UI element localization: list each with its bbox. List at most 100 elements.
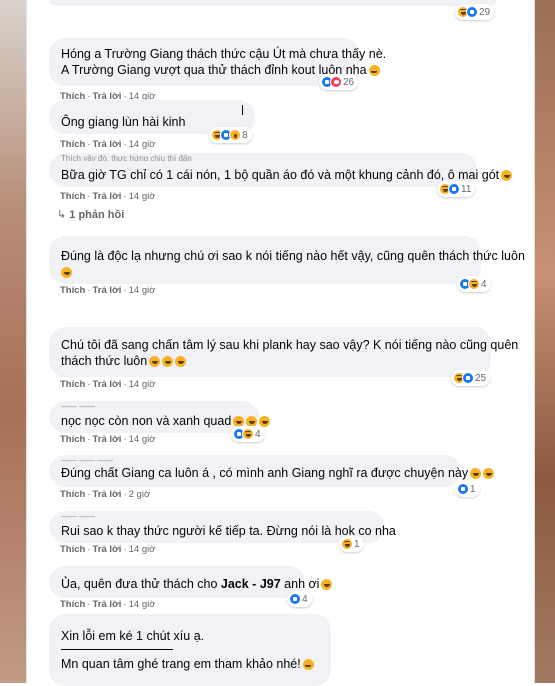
reaction-summary[interactable]: 26 bbox=[319, 74, 359, 90]
clipped-author-name: —— —— —— bbox=[61, 456, 114, 463]
timestamp[interactable]: 14 giờ bbox=[129, 191, 156, 202]
reaction-summary[interactable]: 4 bbox=[457, 276, 491, 292]
comment-text: Rui sao k thay thức người kế tiếp ta. Đừ… bbox=[61, 524, 396, 538]
timestamp[interactable]: 14 giờ bbox=[129, 599, 156, 610]
laughing-emoji-icon bbox=[483, 468, 495, 479]
comment-bubble-partial bbox=[49, 0, 497, 6]
comment-text: Ủa, quên đưa thử thách cho bbox=[61, 577, 218, 591]
reaction-count: 1 bbox=[354, 538, 360, 550]
like-reaction-icon bbox=[289, 593, 301, 605]
separator: · bbox=[87, 489, 91, 500]
laughing-emoji-icon bbox=[259, 416, 271, 427]
haha-reaction-icon bbox=[242, 428, 254, 440]
reaction-summary[interactable]: 1 bbox=[339, 536, 364, 552]
like-reaction-icon bbox=[448, 183, 460, 195]
comment-bubble: Ủa, quên đưa thử thách cho Jack - J97 an… bbox=[49, 566, 333, 598]
comment-text: Đúng chất Giang ca luôn á , có mình anh … bbox=[61, 466, 469, 480]
mention-link[interactable]: Jack - J97 bbox=[221, 577, 281, 591]
like-reaction-icon bbox=[466, 6, 478, 18]
timestamp[interactable]: 14 giờ bbox=[129, 139, 156, 150]
reply-link[interactable]: Trả lời bbox=[93, 544, 122, 555]
like-link[interactable]: Thích bbox=[60, 599, 85, 610]
separator: · bbox=[123, 379, 127, 390]
comment-actions: Thích · Trả lời · 14 giờ bbox=[60, 544, 155, 555]
comment-text: Đúng là độc lạ nhưng chú ơi sao k nói ti… bbox=[61, 249, 525, 263]
reaction-summary[interactable]: 4 bbox=[231, 426, 265, 442]
haha-reaction-icon bbox=[341, 538, 353, 550]
comment-text: Mn quan tâm ghé trang em tham khảo nhé! bbox=[61, 657, 301, 671]
separator: · bbox=[87, 379, 91, 390]
separator: · bbox=[123, 285, 127, 296]
laughing-emoji-icon bbox=[149, 356, 161, 367]
view-replies-link[interactable]: ↳ 1 phản hồi bbox=[57, 208, 124, 221]
like-link[interactable]: Thích bbox=[60, 489, 85, 500]
reaction-count: 4 bbox=[302, 593, 308, 605]
separator: · bbox=[87, 544, 91, 555]
comment-actions: Thích · Trả lời · 2 giờ bbox=[60, 489, 150, 500]
like-link[interactable]: Thích bbox=[60, 379, 85, 390]
comment-text: Bữa giờ TG chỉ có 1 cái nón, 1 bộ quần á… bbox=[61, 168, 500, 182]
reaction-summary[interactable]: 29 bbox=[455, 4, 495, 20]
comment-text: Hóng a Trường Giang thách thức cậu Út mà… bbox=[61, 47, 387, 61]
separator: · bbox=[87, 599, 91, 610]
timestamp[interactable]: 14 giờ bbox=[129, 379, 156, 390]
comment-bubble: Xin lỗi em ké 1 chút xíu ạ. Mn quan tâm … bbox=[49, 614, 331, 686]
clipped-author-name: —— —— bbox=[61, 402, 96, 409]
separator: · bbox=[87, 434, 91, 445]
like-link[interactable]: Thích bbox=[60, 139, 85, 150]
comment-actions: Thích · Trả lời · 14 giờ bbox=[60, 434, 155, 445]
smile-emoji-icon bbox=[302, 659, 314, 670]
comment-bubble: Hóng a Trường Giang thách thức cậu Út mà… bbox=[49, 38, 387, 86]
reply-arrow-icon: ↳ bbox=[57, 209, 67, 221]
like-link[interactable]: Thích bbox=[60, 285, 85, 296]
comment-text: A Trường Giang vượt qua thử thách đỉnh k… bbox=[61, 63, 367, 77]
like-reaction-icon bbox=[457, 483, 469, 495]
comment-text: thách thức luôn bbox=[61, 354, 148, 368]
reaction-summary[interactable]: 11 bbox=[437, 181, 476, 197]
separator: · bbox=[123, 139, 127, 150]
comment-bubble: Chú tôi đã sang chấn tâm lý sau khi plan… bbox=[49, 327, 518, 377]
reaction-summary[interactable]: 8 bbox=[209, 127, 252, 143]
reaction-count: 26 bbox=[343, 76, 355, 88]
reply-link[interactable]: Trả lời bbox=[93, 379, 122, 390]
background-photo-right bbox=[533, 0, 555, 683]
comment-actions: Thích · Trả lời · 14 giờ bbox=[60, 379, 155, 390]
reaction-summary[interactable]: 4 bbox=[287, 591, 312, 607]
separator: · bbox=[87, 139, 91, 150]
laughing-emoji-icon bbox=[175, 356, 187, 367]
reply-link[interactable]: Trả lời bbox=[93, 139, 122, 150]
smile-emoji-icon bbox=[368, 65, 380, 76]
laughing-emoji-icon bbox=[321, 579, 333, 590]
timestamp[interactable]: 14 giờ bbox=[129, 285, 156, 296]
comment-bubble: Đúng là độc lạ nhưng chú ơi sao k nói ti… bbox=[49, 236, 525, 284]
timestamp[interactable]: 14 giờ bbox=[129, 434, 156, 445]
laughing-emoji-icon bbox=[501, 170, 513, 181]
comment-actions: Thích · Trả lời · 14 giờ bbox=[60, 139, 155, 150]
comment-text: Xin lỗi em ké 1 chút xíu ạ. bbox=[61, 629, 205, 643]
timestamp[interactable]: 2 giờ bbox=[129, 489, 151, 500]
reply-link[interactable]: Trả lời bbox=[93, 599, 122, 610]
like-link[interactable]: Thích bbox=[60, 191, 85, 202]
separator: · bbox=[123, 544, 127, 555]
clipped-author-name: —— —— bbox=[61, 512, 96, 519]
haha-reaction-icon bbox=[468, 278, 480, 290]
reply-link[interactable]: Trả lời bbox=[93, 434, 122, 445]
reaction-count: 8 bbox=[242, 129, 248, 141]
reaction-count: 4 bbox=[255, 428, 261, 440]
comment-text: anh ơi bbox=[280, 577, 320, 591]
reply-link[interactable]: Trả lời bbox=[93, 489, 122, 500]
wow-reaction-icon bbox=[229, 129, 241, 141]
like-link[interactable]: Thích bbox=[60, 544, 85, 555]
reaction-summary[interactable]: 25 bbox=[451, 370, 491, 386]
reaction-count: 11 bbox=[461, 183, 472, 195]
love-reaction-icon bbox=[330, 76, 342, 88]
reply-link[interactable]: Trả lời bbox=[93, 191, 122, 202]
timestamp[interactable]: 14 giờ bbox=[129, 544, 156, 555]
like-link[interactable]: Thích bbox=[60, 434, 85, 445]
text-cursor bbox=[242, 105, 243, 115]
reaction-summary[interactable]: 1 bbox=[455, 481, 480, 497]
clipped-author-name: Thích vậy đó, thực hứng chịu thì đấn bbox=[61, 154, 192, 161]
comment-actions: Thích · Trả lời · 14 giờ bbox=[60, 599, 155, 610]
separator: · bbox=[123, 434, 127, 445]
reply-link[interactable]: Trả lời bbox=[93, 285, 122, 296]
